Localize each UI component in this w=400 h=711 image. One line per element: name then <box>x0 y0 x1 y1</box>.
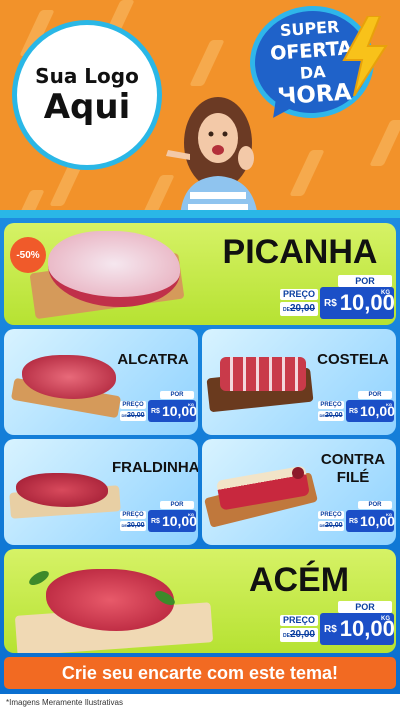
product-name: ALCATRA <box>117 351 189 368</box>
price-value-box: R$ 10,00 KG <box>346 510 395 532</box>
price-currency: R$ <box>324 623 337 635</box>
price-label: PREÇO <box>120 511 146 519</box>
lightning-decoration <box>189 40 225 86</box>
price-label: PREÇO <box>280 289 318 300</box>
old-price: DE20,00 <box>120 411 146 421</box>
price-unit: KG <box>386 512 392 517</box>
product-name-line1: CONTRA <box>320 451 386 468</box>
price-currency: R$ <box>151 407 160 415</box>
price-tag: POR PREÇO R$ 10,00 KG DE20,00 <box>318 501 395 535</box>
product-card-costela[interactable]: COSTELA POR PREÇO R$ 10,00 KG DE20,00 <box>202 329 396 435</box>
price-label: PREÇO <box>120 401 146 409</box>
price-label: PREÇO <box>280 615 318 626</box>
price-tag: POR PREÇO R$ 10,00 KG DE20,00 <box>120 391 197 425</box>
price-unit: KG <box>386 402 392 407</box>
old-price: DE20,00 <box>318 521 344 531</box>
lightning-decoration <box>289 150 325 196</box>
price-tag: POR PREÇO R$ 10,00 KG DE20,00 <box>318 391 395 425</box>
logo-text-line2: Aqui <box>43 87 131 127</box>
product-name: ACÉM <box>248 561 350 599</box>
price-value-box: R$ 10,00 KG <box>148 400 197 422</box>
logo-placeholder[interactable]: Sua Logo Aqui <box>12 20 162 170</box>
product-name: PICANHA <box>222 233 378 271</box>
price-currency: R$ <box>349 517 358 525</box>
product-card-picanha[interactable]: -50% PICANHA POR PREÇO R$ 10,00 KG DE20,… <box>4 223 396 325</box>
price-por: POR <box>338 601 392 613</box>
logo-text-line1: Sua Logo <box>35 64 139 88</box>
product-card-alcatra[interactable]: ALCATRA POR PREÇO R$ 10,00 KG DE20,00 <box>4 329 198 435</box>
onion-icon <box>292 467 304 479</box>
price-por: POR <box>160 391 194 399</box>
lightning-icon <box>342 16 388 96</box>
price-tag: POR PREÇO R$ 10,00 KG DE20,00 <box>120 501 197 535</box>
old-price-value: 20,00 <box>289 629 315 640</box>
lightning-decoration <box>369 120 400 166</box>
price-currency: R$ <box>349 407 358 415</box>
price-tag: POR PREÇO R$ 10,00 KG DE20,00 <box>280 275 395 321</box>
price-value-box: R$ 10,00 KG <box>346 400 395 422</box>
product-name: COSTELA <box>317 351 389 368</box>
old-price-value: 20,00 <box>325 412 343 419</box>
product-name: CONTRA FILÉ <box>314 451 392 487</box>
old-price-prefix: DE <box>283 307 290 313</box>
product-name: FRALDINHA <box>112 459 198 476</box>
old-price: DE20,00 <box>280 628 318 642</box>
price-label: PREÇO <box>318 511 344 519</box>
price-currency: R$ <box>324 297 337 309</box>
price-unit: KG <box>188 402 194 407</box>
cta-button[interactable]: Crie seu encarte com este tema! <box>4 657 396 689</box>
old-price-value: 20,00 <box>127 412 145 419</box>
herb-icon <box>26 568 52 588</box>
old-price: DE20,00 <box>318 411 344 421</box>
old-price-value: 20,00 <box>289 303 315 314</box>
price-por: POR <box>358 501 392 509</box>
price-value-box: R$ 10,00 KG <box>320 287 395 319</box>
product-name-line2: FILÉ <box>336 469 370 486</box>
price-por: POR <box>160 501 194 509</box>
product-card-fraldinha[interactable]: FRALDINHA POR PREÇO R$ 10,00 KG DE20,00 <box>4 439 198 545</box>
price-label: PREÇO <box>318 401 344 409</box>
price-por: POR <box>338 275 392 287</box>
price-unit: KG <box>381 290 390 296</box>
header-banner: Sua Logo Aqui SUPER OFERTA DA HORA <box>0 0 400 218</box>
price-value-box: R$ 10,00 KG <box>320 613 395 645</box>
price-unit: KG <box>188 512 194 517</box>
old-price-prefix: DE <box>283 633 290 639</box>
price-tag: POR PREÇO R$ 10,00 KG DE20,00 <box>280 601 395 647</box>
old-price-value: 20,00 <box>127 522 145 529</box>
old-price: DE20,00 <box>120 521 146 531</box>
discount-badge: -50% <box>10 237 46 273</box>
footer-disclaimer: *Imagens Meramente Ilustrativas <box>0 694 400 711</box>
old-price: DE20,00 <box>280 302 318 316</box>
price-por: POR <box>358 391 392 399</box>
product-card-contra-file[interactable]: CONTRA FILÉ POR PREÇO R$ 10,00 KG DE20,0… <box>202 439 396 545</box>
price-unit: KG <box>381 616 390 622</box>
price-value-box: R$ 10,00 KG <box>148 510 197 532</box>
price-currency: R$ <box>151 517 160 525</box>
old-price-value: 20,00 <box>325 522 343 529</box>
product-card-acem[interactable]: ACÉM POR PREÇO R$ 10,00 KG DE20,00 <box>4 549 396 653</box>
meat-image-costela <box>220 357 306 391</box>
woman-photo <box>166 97 258 218</box>
